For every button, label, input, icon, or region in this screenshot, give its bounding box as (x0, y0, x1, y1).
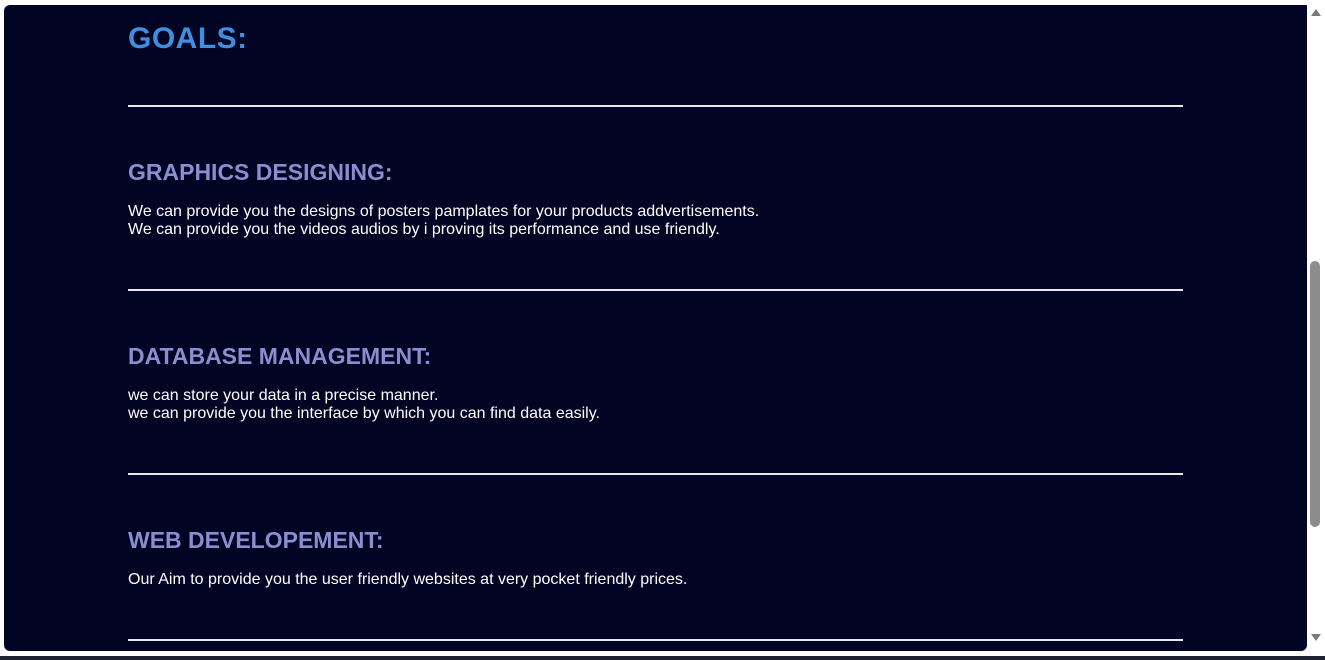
section-line: Our Aim to provide you the user friendly… (128, 571, 688, 588)
scroll-up-arrow-icon[interactable] (1311, 9, 1321, 16)
vertical-scrollbar[interactable] (1307, 0, 1325, 651)
section-text-web-development: Our Aim to provide you the user friendly… (128, 571, 687, 589)
section-text-graphics-designing: We can provide you the designs of poster… (128, 203, 759, 239)
taskbar-edge (0, 656, 1325, 660)
divider (128, 105, 1183, 107)
page-viewport: GOALS: GRAPHICS DESIGNING: We can provid… (4, 5, 1307, 651)
section-title-graphics-designing: GRAPHICS DESIGNING: (128, 159, 393, 185)
divider (128, 639, 1183, 641)
section-line: we can store your data in a precise mann… (128, 387, 439, 404)
divider (128, 473, 1183, 475)
section-title-database-management: DATABASE MANAGEMENT: (128, 343, 432, 369)
scrollbar-thumb[interactable] (1310, 261, 1320, 527)
goals-heading: GOALS: (128, 22, 248, 55)
section-line: We can provide you the videos audios by … (128, 221, 720, 238)
divider (128, 289, 1183, 291)
section-line: We can provide you the designs of poster… (128, 203, 760, 220)
section-line: we can provide you the interface by whic… (128, 405, 600, 422)
scroll-down-arrow-icon[interactable] (1311, 634, 1321, 641)
browser-window: GOALS: GRAPHICS DESIGNING: We can provid… (0, 0, 1325, 660)
section-title-web-development: WEB DEVELOPEMENT: (128, 527, 384, 553)
section-text-database-management: we can store your data in a precise mann… (128, 387, 600, 423)
